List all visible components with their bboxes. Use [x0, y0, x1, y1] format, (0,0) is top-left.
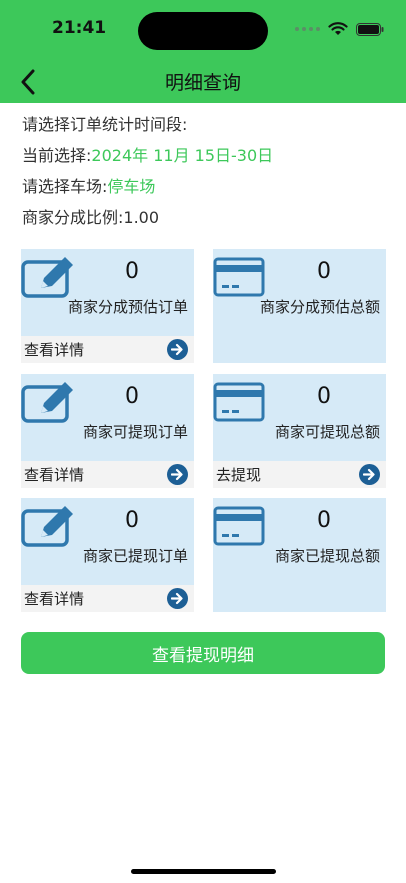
- withdrawable-amount-card: 0 商家可提现总额 去提现: [213, 374, 386, 488]
- period-label: 请选择订单统计时间段:: [22, 115, 188, 134]
- current-selection-row: 当前选择:2024年 11月 15日-30日: [22, 143, 273, 174]
- signal-icon: [295, 27, 320, 31]
- view-detail-label: 查看详情: [24, 590, 85, 608]
- parking-lot-value[interactable]: 停车场: [107, 177, 155, 196]
- battery-icon: [356, 22, 384, 36]
- home-indicator: [131, 869, 276, 874]
- withdraw-label: 去提现: [216, 466, 262, 484]
- withdrawn-amount-value: 0: [317, 508, 331, 533]
- est-orders-card: 0 商家分成预估订单 查看详情: [21, 249, 194, 363]
- status-icons: [295, 22, 384, 36]
- withdrawable-amount-value: 0: [317, 384, 331, 409]
- edit-icon: [21, 257, 73, 298]
- edit-icon: [21, 506, 73, 547]
- arrow-right-icon: [167, 588, 188, 609]
- withdrawn-orders-detail-link[interactable]: 查看详情: [21, 585, 194, 612]
- arrow-right-icon: [167, 464, 188, 485]
- ratio-value: 1.00: [123, 208, 160, 227]
- est-amount-value: 0: [317, 259, 331, 284]
- withdrawable-orders-detail-link[interactable]: 查看详情: [21, 461, 194, 488]
- ratio-row: 商家分成比例:1.00: [22, 205, 273, 236]
- wifi-icon: [328, 22, 348, 35]
- view-detail-label: 查看详情: [24, 341, 85, 359]
- dynamic-island: [138, 12, 268, 50]
- ratio-label: 商家分成比例:: [22, 208, 124, 227]
- arrow-right-icon: [167, 339, 188, 360]
- est-amount-card: 0 商家分成预估总额: [213, 249, 386, 363]
- withdrawable-amount-caption: 商家可提现总额: [274, 423, 380, 441]
- date-range-value[interactable]: 2024年 11月 15日-30日: [91, 146, 273, 165]
- est-orders-count: 0: [125, 259, 139, 284]
- status-time: 21:41: [52, 18, 107, 38]
- filter-info: 请选择订单统计时间段: 当前选择:2024年 11月 15日-30日 请选择车场…: [22, 112, 273, 236]
- current-selection-label: 当前选择:: [22, 146, 92, 165]
- parking-label: 请选择车场:: [22, 177, 108, 196]
- withdrawn-orders-count: 0: [125, 508, 139, 533]
- withdrawable-orders-card: 0 商家可提现订单 查看详情: [21, 374, 194, 488]
- withdrawable-orders-caption: 商家可提现订单: [82, 423, 188, 441]
- app-header: 21:41 明细查询: [0, 0, 406, 103]
- withdrawn-amount-card: 0 商家已提现总额: [213, 498, 386, 612]
- card-icon: [213, 382, 265, 422]
- view-detail-label: 查看详情: [24, 466, 85, 484]
- est-amount-caption: 商家分成预估总额: [259, 298, 380, 316]
- parking-row: 请选择车场:停车场: [22, 174, 273, 205]
- page-title: 明细查询: [164, 72, 241, 94]
- arrow-right-icon: [359, 464, 380, 485]
- card-icon: [213, 257, 265, 297]
- withdrawn-amount-caption: 商家已提现总额: [274, 547, 380, 565]
- edit-icon: [21, 382, 73, 423]
- est-orders-caption: 商家分成预估订单: [67, 298, 188, 316]
- withdrawn-orders-caption: 商家已提现订单: [82, 547, 188, 565]
- withdraw-button[interactable]: 去提现: [213, 461, 386, 488]
- est-orders-detail-link[interactable]: 查看详情: [21, 336, 194, 363]
- withdrawn-orders-card: 0 商家已提现订单 查看详情: [21, 498, 194, 612]
- card-icon: [213, 506, 265, 546]
- view-withdrawal-details-button[interactable]: 查看提现明细: [21, 632, 385, 674]
- withdrawable-orders-count: 0: [125, 384, 139, 409]
